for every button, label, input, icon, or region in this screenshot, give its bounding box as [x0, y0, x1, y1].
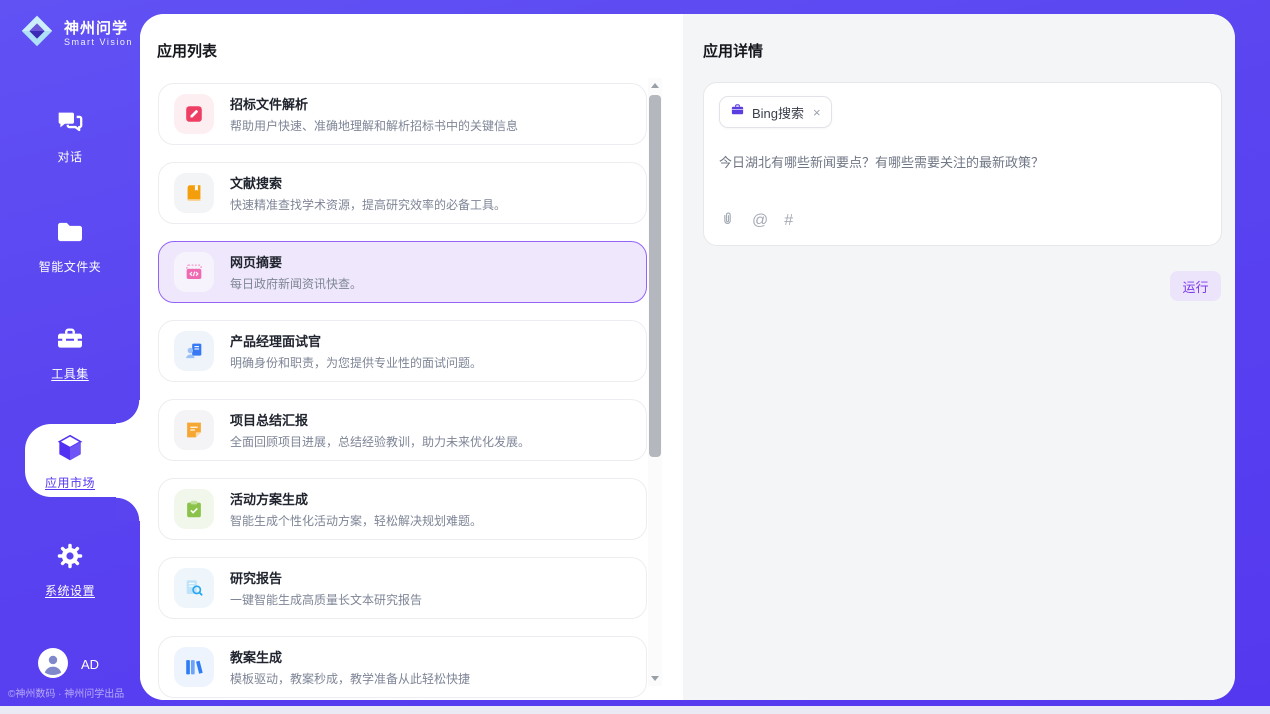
app-title: 文献搜索	[230, 173, 506, 192]
books-icon	[174, 647, 214, 687]
brand-logo: 神州问学 Smart Vision	[18, 12, 133, 55]
app-desc: 帮助用户快速、准确地理解和解析招标书中的关键信息	[230, 117, 518, 134]
app-card-research-report[interactable]: 研究报告 一键智能生成高质量长文本研究报告	[158, 557, 647, 619]
app-desc: 智能生成个性化活动方案，轻松解决规划难题。	[230, 512, 482, 529]
folder-icon	[54, 235, 86, 252]
sidebar-item-label: 系统设置	[0, 582, 140, 599]
sidebar-item-label: 智能文件夹	[0, 258, 140, 275]
scrollbar[interactable]	[648, 78, 662, 686]
copyright-text: ©神州数码 · 神州问学出品	[8, 685, 124, 700]
sidebar: 神州问学 Smart Vision 对话 智能文件夹	[0, 0, 140, 714]
app-title: 网页摘要	[230, 252, 362, 271]
note-icon	[174, 410, 214, 450]
gear-icon	[54, 559, 86, 576]
sidebar-item-smart-folder[interactable]: 智能文件夹	[0, 216, 140, 275]
app-card-bid-analysis[interactable]: 招标文件解析 帮助用户快速、准确地理解和解析招标书中的关键信息	[158, 83, 647, 145]
app-list-panel: 应用列表 招标文件解析 帮助用户快速、准确地理解和解析招标书中的关键信息	[140, 14, 683, 700]
clipboard-check-icon	[174, 489, 214, 529]
prism-logo-icon	[18, 12, 56, 55]
query-text[interactable]: 今日湖北有哪些新闻要点？有哪些需要关注的最新政策？	[719, 154, 1206, 172]
content-panel: 应用列表 招标文件解析 帮助用户快速、准确地理解和解析招标书中的关键信息	[140, 14, 1235, 700]
input-toolbar: @ #	[719, 210, 1206, 232]
app-title: 招标文件解析	[230, 94, 518, 113]
brand-name: 神州问学	[64, 20, 133, 37]
cube-icon	[54, 451, 86, 468]
app-window: 神州问学 Smart Vision 对话 智能文件夹	[0, 0, 1270, 714]
app-desc: 一键智能生成高质量长文本研究报告	[230, 591, 422, 608]
app-card-project-summary[interactable]: 项目总结汇报 全面回顾项目进展，总结经验教训，助力未来优化发展。	[158, 399, 647, 461]
app-card-lesson-plan[interactable]: 教案生成 模板驱动，教案秒成，教学准备从此轻松快捷	[158, 636, 647, 698]
sidebar-item-app-market[interactable]: 应用市场	[0, 432, 140, 491]
app-title: 研究报告	[230, 568, 422, 587]
sidebar-item-label: 工具集	[0, 365, 140, 382]
app-detail-panel: 应用详情 Bing搜索 × 今日湖北有哪些新闻要点？有哪些需要关注的最新政策？	[683, 14, 1235, 700]
user-account[interactable]: AD	[38, 648, 99, 681]
paperclip-icon[interactable]	[719, 210, 736, 232]
app-title: 活动方案生成	[230, 489, 482, 508]
app-desc: 每日政府新闻资讯快查。	[230, 275, 362, 292]
scrollbar-up-arrow-icon[interactable]	[651, 83, 659, 88]
query-input-card[interactable]: Bing搜索 × 今日湖北有哪些新闻要点？有哪些需要关注的最新政策？ @ #	[703, 82, 1222, 246]
mention-icon[interactable]: @	[752, 213, 768, 229]
hash-icon[interactable]: #	[784, 213, 793, 229]
close-icon[interactable]: ×	[813, 105, 821, 120]
scrollbar-down-arrow-icon[interactable]	[651, 676, 659, 681]
bottom-strip	[0, 706, 1270, 714]
run-button[interactable]: 运行	[1170, 271, 1221, 301]
app-desc: 快速精准查找学术资源，提高研究效率的必备工具。	[230, 196, 506, 213]
app-desc: 全面回顾项目进展，总结经验教训，助力未来优化发展。	[230, 433, 530, 450]
avatar	[38, 648, 68, 681]
tool-chip-label: Bing搜索	[752, 103, 804, 122]
sidebar-item-toolset[interactable]: 工具集	[0, 323, 140, 382]
app-list-title: 应用列表	[157, 40, 217, 61]
app-card-web-summary[interactable]: 网页摘要 每日政府新闻资讯快查。	[158, 241, 647, 303]
bubble-fillet-top	[116, 400, 140, 424]
sidebar-item-chat[interactable]: 对话	[0, 106, 140, 165]
webpage-code-icon	[174, 252, 214, 292]
research-report-icon	[174, 568, 214, 608]
briefcase-icon	[730, 102, 745, 122]
app-list: 招标文件解析 帮助用户快速、准确地理解和解析招标书中的关键信息 文献搜索 快速精…	[158, 83, 647, 700]
app-card-literature-search[interactable]: 文献搜索 快速精准查找学术资源，提高研究效率的必备工具。	[158, 162, 647, 224]
app-card-activity-plan[interactable]: 活动方案生成 智能生成个性化活动方案，轻松解决规划难题。	[158, 478, 647, 540]
sidebar-item-settings[interactable]: 系统设置	[0, 540, 140, 599]
app-card-pm-interviewer[interactable]: 产品经理面试官 明确身份和职责，为您提供专业性的面试问题。	[158, 320, 647, 382]
app-desc: 明确身份和职责，为您提供专业性的面试问题。	[230, 354, 482, 371]
app-title: 教案生成	[230, 647, 470, 666]
bubble-fillet-bottom	[116, 497, 140, 521]
toolbox-icon	[54, 342, 86, 359]
user-initials: AD	[81, 657, 99, 672]
edit-document-icon	[174, 94, 214, 134]
interviewer-icon	[174, 331, 214, 371]
app-detail-title: 应用详情	[703, 40, 763, 61]
scrollbar-thumb[interactable]	[649, 95, 661, 457]
tool-chip-bing-search[interactable]: Bing搜索 ×	[719, 96, 832, 128]
sidebar-item-label: 对话	[0, 148, 140, 165]
app-desc: 模板驱动，教案秒成，教学准备从此轻松快捷	[230, 670, 470, 687]
sidebar-item-label: 应用市场	[0, 474, 140, 491]
chat-icon	[54, 125, 86, 142]
app-title: 项目总结汇报	[230, 410, 530, 429]
app-title: 产品经理面试官	[230, 331, 482, 350]
book-icon	[174, 173, 214, 213]
brand-subtitle: Smart Vision	[64, 37, 133, 47]
